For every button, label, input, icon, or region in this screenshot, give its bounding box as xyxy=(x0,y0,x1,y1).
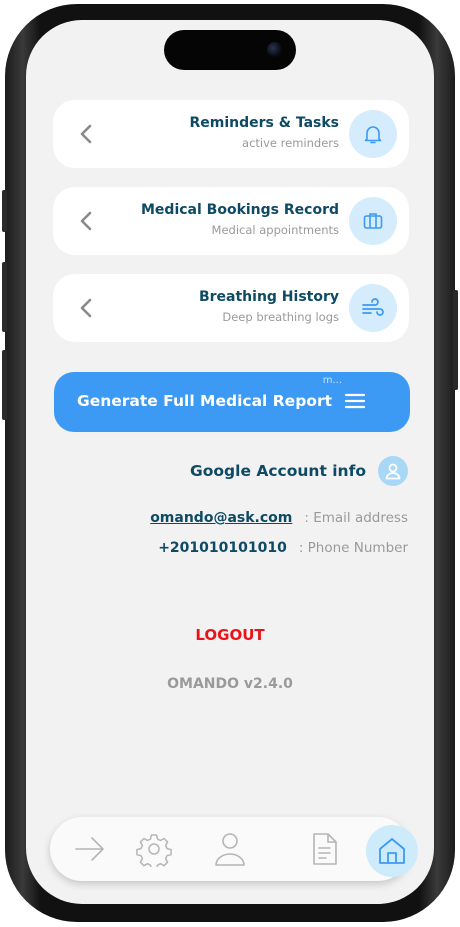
wind-icon xyxy=(349,284,397,332)
card-title: Reminders & Tasks xyxy=(189,115,339,131)
gear-icon xyxy=(136,834,172,867)
card-breathing-history[interactable]: Breathing History Deep breathing logs xyxy=(53,274,409,342)
email-row: omando@ask.com : Email address xyxy=(150,510,408,526)
tab-profile[interactable] xyxy=(210,829,250,869)
overflow-hint: m... xyxy=(322,375,342,386)
account-heading: Google Account info xyxy=(190,462,366,480)
card-subtitle: Medical appointments xyxy=(211,223,339,237)
google-account-header: Google Account info xyxy=(190,456,408,486)
home-icon xyxy=(379,838,405,864)
volume-up-button xyxy=(2,262,7,332)
phone-value: +201010101010 xyxy=(158,540,287,556)
card-subtitle: active reminders xyxy=(242,136,339,150)
bell-icon xyxy=(349,110,397,158)
document-icon xyxy=(313,833,337,865)
camera-icon xyxy=(267,42,282,57)
dynamic-island xyxy=(164,30,296,70)
briefcase-icon xyxy=(349,197,397,245)
logout-button[interactable]: LOGOUT xyxy=(26,626,434,644)
chevron-left-icon xyxy=(80,124,92,144)
tab-documents[interactable] xyxy=(305,829,345,869)
email-value[interactable]: omando@ask.com xyxy=(150,510,292,526)
app-version: OMANDO v2.4.0 xyxy=(167,676,293,692)
card-title: Breathing History xyxy=(198,289,339,305)
action-button xyxy=(2,190,7,232)
user-icon xyxy=(215,833,245,866)
bottom-tab-bar xyxy=(50,817,418,881)
card-title: Medical Bookings Record xyxy=(141,202,339,218)
generate-report-button[interactable]: m... Generate Full Medical Report xyxy=(54,372,410,432)
chevron-left-icon xyxy=(80,298,92,318)
email-label: : Email address xyxy=(304,510,408,526)
user-icon[interactable] xyxy=(378,456,408,486)
power-button xyxy=(453,290,458,390)
card-medical-bookings[interactable]: Medical Bookings Record Medical appointm… xyxy=(53,187,409,255)
tab-settings[interactable] xyxy=(134,829,174,869)
tab-home[interactable] xyxy=(366,825,418,877)
phone-label: : Phone Number xyxy=(298,540,408,556)
generate-report-label: Generate Full Medical Report xyxy=(76,392,332,410)
tab-back[interactable] xyxy=(70,829,110,869)
card-reminders-tasks[interactable]: Reminders & Tasks active reminders xyxy=(53,100,409,168)
card-subtitle: Deep breathing logs xyxy=(222,310,339,324)
volume-down-button xyxy=(2,350,7,420)
app-screen: Reminders & Tasks active reminders Medic… xyxy=(26,20,434,904)
phone-row: +201010101010 : Phone Number xyxy=(158,540,408,556)
chevron-left-icon xyxy=(80,211,92,231)
menu-icon xyxy=(344,393,366,409)
arrow-right-icon xyxy=(75,837,104,861)
